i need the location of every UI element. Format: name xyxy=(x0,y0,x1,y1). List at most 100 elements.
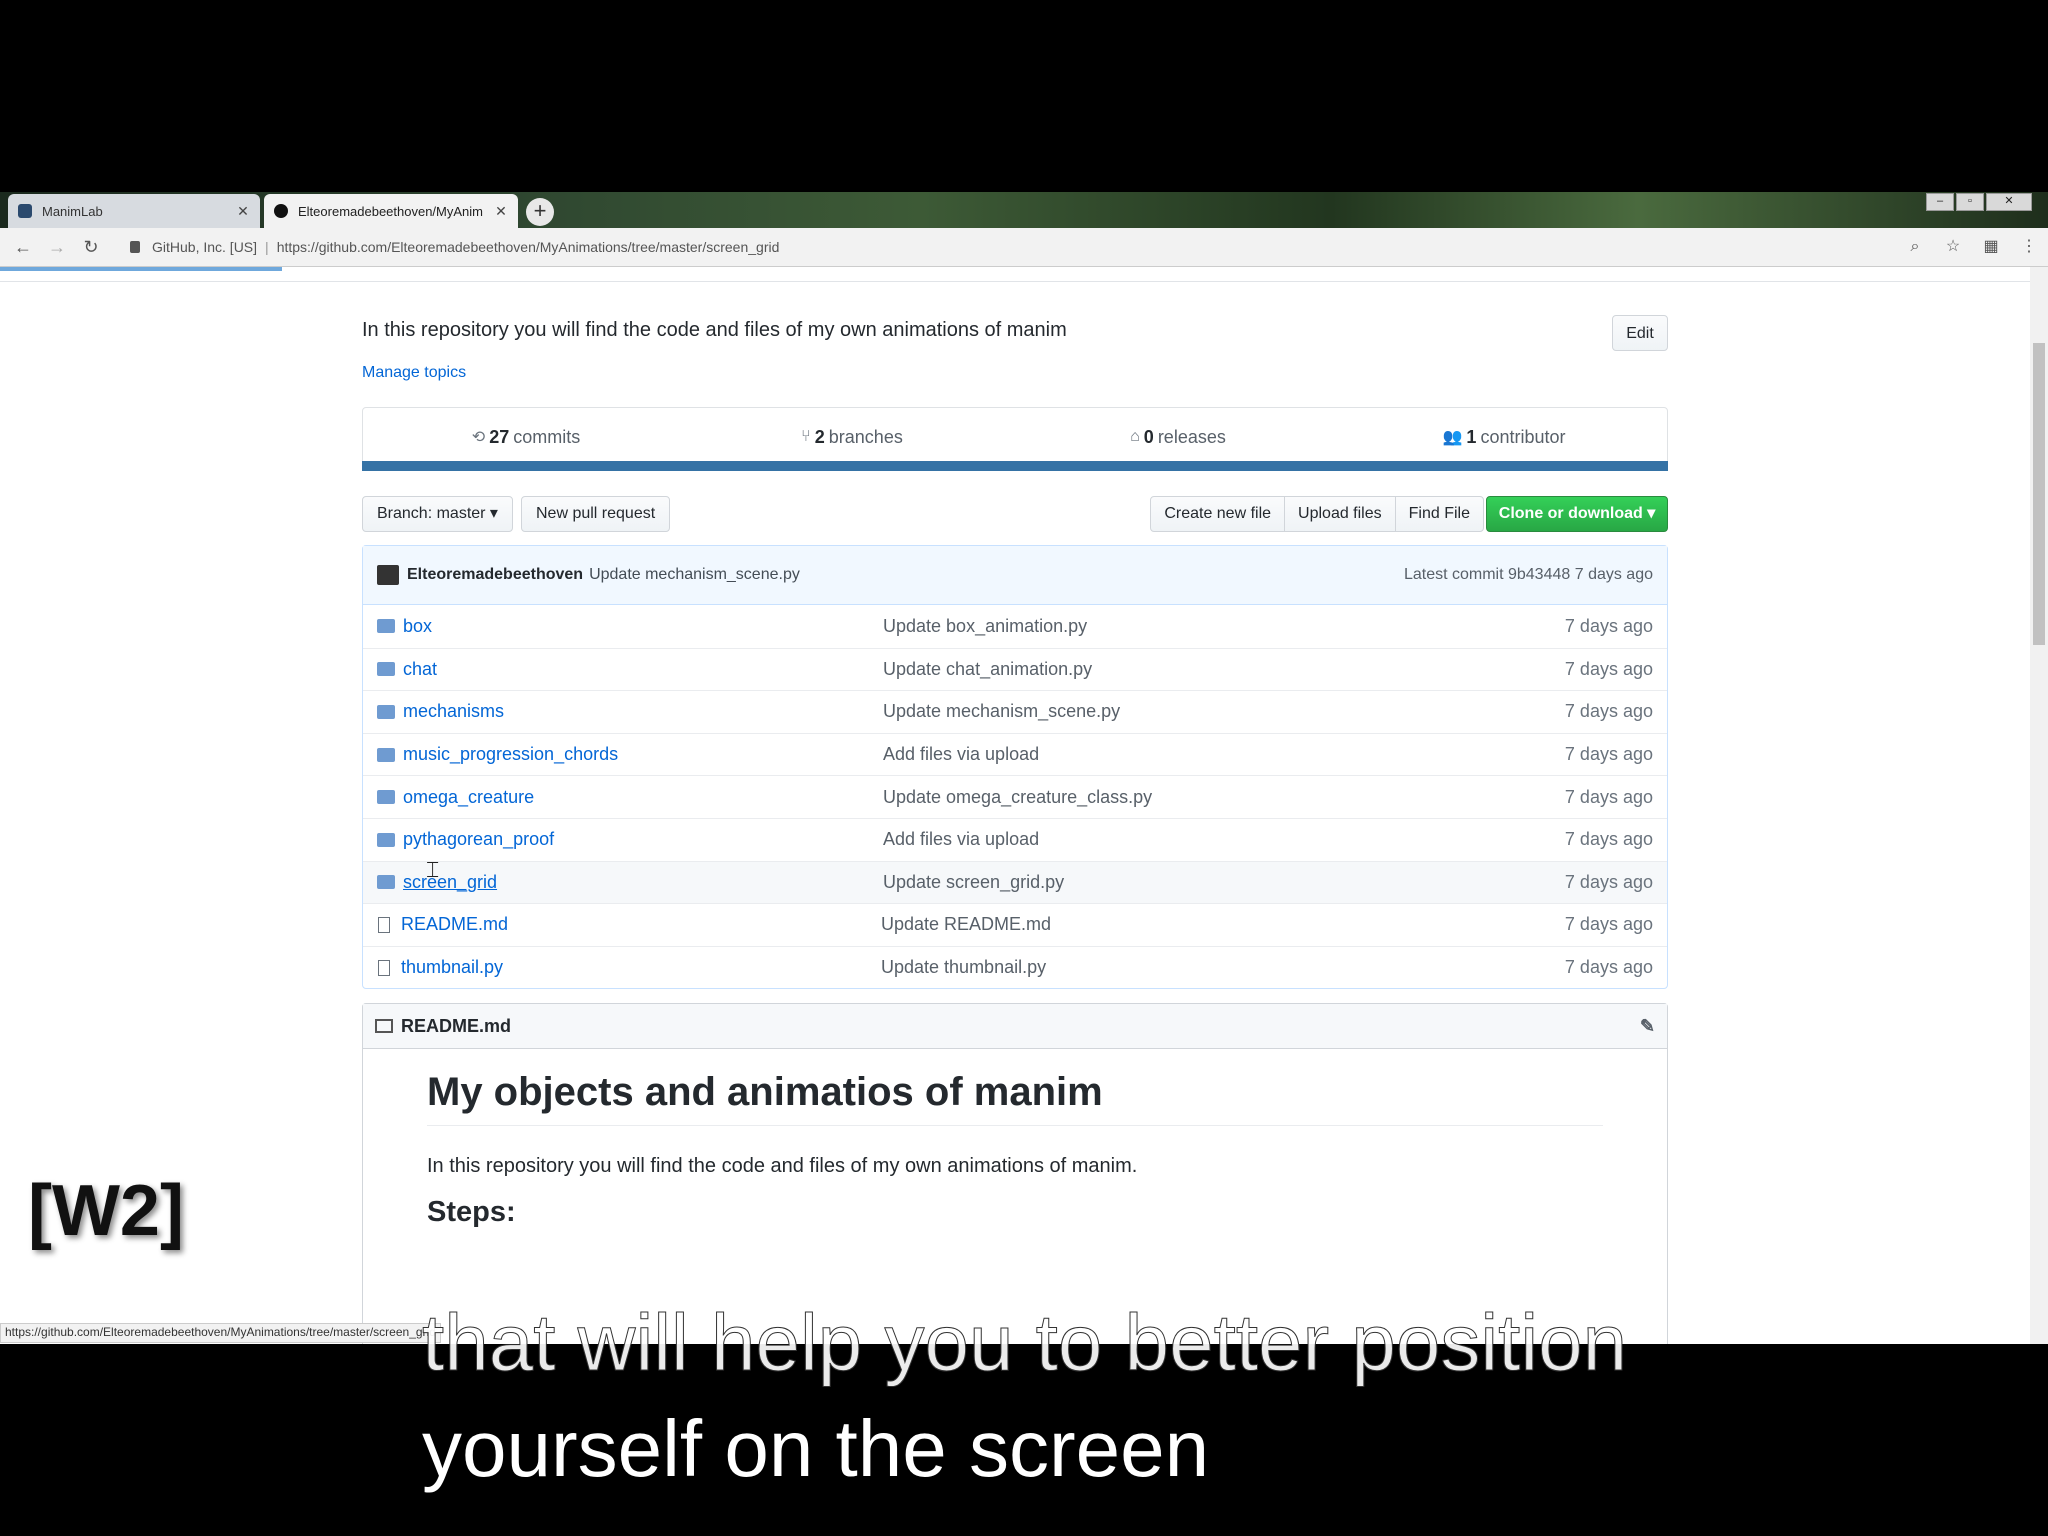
back-icon[interactable]: ← xyxy=(10,234,36,260)
file-icon xyxy=(378,916,390,933)
commit-author[interactable]: Elteoremadebeethoven xyxy=(407,566,583,584)
maximize-button[interactable]: ▫ xyxy=(1956,193,1984,211)
file-name-link[interactable]: chat xyxy=(403,659,883,680)
releases-count: 0 xyxy=(1143,426,1154,447)
file-name-link[interactable]: box xyxy=(403,616,883,637)
scrollbar-thumb[interactable] xyxy=(2033,343,2045,645)
close-icon[interactable]: ✕ xyxy=(236,203,250,220)
file-commit-message[interactable]: Update README.md xyxy=(881,914,1533,935)
branch-icon: ⑂ xyxy=(801,428,811,445)
address-bar[interactable]: GitHub, Inc. [US] | https://github.com/E… xyxy=(118,232,1898,262)
github-page: In this repository you will find the cod… xyxy=(0,267,2048,1344)
language-bar[interactable] xyxy=(362,461,1668,471)
branches-count: 2 xyxy=(814,426,825,447)
releases-stat[interactable]: ⌂ 0 releases xyxy=(1015,408,1341,466)
tab-github[interactable]: Elteoremadebeethoven/MyAnim ✕ xyxy=(264,194,518,228)
minimize-button[interactable]: – xyxy=(1926,193,1954,211)
window-label: [W2] xyxy=(28,1171,184,1251)
reload-icon[interactable]: ↻ xyxy=(78,234,104,260)
browser-tab-strip: ManimLab ✕ Elteoremadebeethoven/MyAnim ✕ xyxy=(0,192,2048,228)
repo-summary: ⟲ 27 commits ⑂ 2 branches ⌂ 0 releases 👥… xyxy=(362,407,1668,467)
extension-icon[interactable]: ▦ xyxy=(1978,234,2004,260)
tag-icon: ⌂ xyxy=(1130,428,1140,445)
contributors-count: 1 xyxy=(1466,426,1477,447)
file-age: 7 days ago xyxy=(1564,615,1653,636)
commits-stat[interactable]: ⟲ 27 commits xyxy=(363,408,689,466)
readme-paragraph: In this repository you will find the cod… xyxy=(427,1155,1138,1177)
subtitle: that will help you to better position yo… xyxy=(422,1290,2042,1502)
page-scrollbar[interactable] xyxy=(2030,267,2048,1344)
file-commit-message[interactable]: Update mechanism_scene.py xyxy=(883,701,1533,722)
create-new-file-button[interactable]: Create new file xyxy=(1150,496,1286,532)
menu-icon[interactable]: ⋮ xyxy=(2016,234,2042,260)
zoom-icon[interactable]: ⌕ xyxy=(1902,234,1928,260)
file-age: 7 days ago xyxy=(1564,957,1653,978)
file-row[interactable]: music_progression_chords Add files via up… xyxy=(363,732,1667,776)
bookmark-star-icon[interactable]: ☆ xyxy=(1940,234,1966,260)
file-rows: box Update box_animation.py 7 days ago chat… xyxy=(363,605,1667,988)
folder-icon xyxy=(377,832,395,847)
divider: | xyxy=(265,239,269,255)
edit-description-button[interactable]: Edit xyxy=(1612,315,1668,351)
browser-toolbar: ← → ↻ GitHub, Inc. [US] | https://github… xyxy=(0,228,2048,267)
readme-filename: README.md xyxy=(401,1015,512,1036)
file-commit-message[interactable]: Add files via upload xyxy=(883,829,1533,850)
tab-manimlab[interactable]: ManimLab ✕ xyxy=(8,194,260,228)
file-commit-message[interactable]: Update chat_animation.py xyxy=(883,659,1533,680)
folder-icon xyxy=(377,619,395,634)
file-commit-message[interactable]: Update omega_creature_class.py xyxy=(883,787,1533,808)
branches-stat[interactable]: ⑂ 2 branches xyxy=(689,408,1015,466)
file-commit-message[interactable]: Update screen_grid.py xyxy=(883,872,1533,893)
file-age: 7 days ago xyxy=(1564,871,1653,892)
file-row[interactable]: README.md Update README.md 7 days ago xyxy=(363,903,1667,946)
mouse-cursor-icon: ⌶ xyxy=(426,857,440,882)
file-name-link[interactable]: screen_grid xyxy=(403,872,883,893)
file-age: 7 days ago xyxy=(1564,829,1653,850)
file-name-link[interactable]: pythagorean_proof xyxy=(403,829,883,850)
clone-or-download-button[interactable]: Clone or download ▾ xyxy=(1486,496,1668,532)
file-row[interactable]: screen_grid Update screen_grid.py 7 days a… xyxy=(363,860,1667,904)
new-pull-request-button[interactable]: New pull request xyxy=(521,496,671,532)
file-age: 7 days ago xyxy=(1564,658,1653,679)
repo-description: In this repository you will find the cod… xyxy=(362,319,1067,341)
folder-icon xyxy=(377,747,395,762)
file-age: 7 days ago xyxy=(1564,914,1653,935)
avatar[interactable] xyxy=(377,565,399,585)
upload-files-button[interactable]: Upload files xyxy=(1284,496,1396,532)
manage-topics-link[interactable]: Manage topics xyxy=(362,364,466,382)
readme-title: My objects and animatios of manim xyxy=(427,1070,1603,1126)
commit-message[interactable]: Update mechanism_scene.py xyxy=(589,566,800,584)
people-icon: 👥 xyxy=(1442,429,1463,446)
file-commit-message[interactable]: Update thumbnail.py xyxy=(881,957,1533,978)
lock-icon xyxy=(130,241,140,253)
window-controls: – ▫ ✕ xyxy=(1926,193,2032,211)
contributors-stat[interactable]: 👥 1 contributor xyxy=(1341,408,1667,466)
file-name-link[interactable]: thumbnail.py xyxy=(401,957,881,978)
file-row[interactable]: chat Update chat_animation.py 7 days ago xyxy=(363,647,1667,691)
file-commit-message[interactable]: Add files via upload xyxy=(883,744,1533,765)
folder-icon xyxy=(377,704,395,719)
site-identity: GitHub, Inc. [US] xyxy=(152,239,258,255)
forward-icon[interactable]: → xyxy=(44,234,70,260)
new-tab-button[interactable]: + xyxy=(526,198,554,226)
close-window-button[interactable]: ✕ xyxy=(1986,193,2032,211)
file-row[interactable]: box Update box_animation.py 7 days ago xyxy=(363,605,1667,648)
file-name-link[interactable]: README.md xyxy=(401,914,881,935)
github-favicon-icon xyxy=(274,204,288,218)
file-row[interactable]: thumbnail.py Update thumbnail.py 7 days ag… xyxy=(363,945,1667,989)
file-row[interactable]: mechanisms Update mechanism_scene.py 7 day… xyxy=(363,690,1667,733)
latest-commit-info[interactable]: Latest commit 9b43448 7 days ago xyxy=(1404,566,1653,584)
branch-select-button[interactable]: Branch: master ▾ xyxy=(362,496,513,532)
file-row[interactable]: omega_creature Update omega_creature_clas… xyxy=(363,775,1667,818)
file-age: 7 days ago xyxy=(1564,701,1653,722)
file-row[interactable]: pythagorean_proof Add files via upload 7 d… xyxy=(363,817,1667,861)
file-name-link[interactable]: omega_creature xyxy=(403,787,883,808)
folder-icon xyxy=(377,662,395,677)
file-commit-message[interactable]: Update box_animation.py xyxy=(883,616,1533,637)
file-name-link[interactable]: mechanisms xyxy=(403,701,883,722)
close-icon[interactable]: ✕ xyxy=(494,203,508,220)
file-name-link[interactable]: music_progression_chords xyxy=(403,744,883,765)
find-file-button[interactable]: Find File xyxy=(1394,496,1484,532)
commits-count: 27 xyxy=(489,426,510,447)
pencil-icon[interactable]: ✎ xyxy=(1640,1016,1655,1037)
